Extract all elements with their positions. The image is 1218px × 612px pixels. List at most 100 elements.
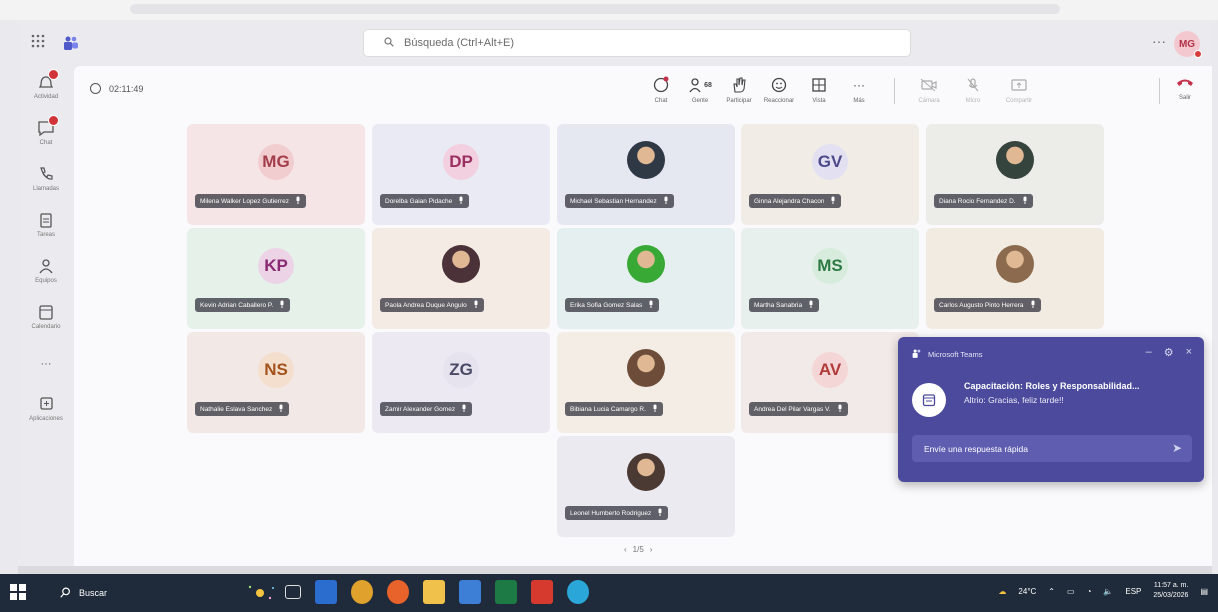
- horizontal-scrollbar[interactable]: [18, 566, 1212, 574]
- user-avatar[interactable]: MG: [1174, 31, 1202, 58]
- participant-tile[interactable]: Carlos Augusto Pinto Herrera: [926, 228, 1104, 329]
- react-button[interactable]: Reaccionar: [760, 74, 798, 104]
- toast-controls: – ⚙ ×: [1146, 346, 1192, 359]
- gallery-pager: ‹ 1/5 ›: [624, 545, 652, 554]
- participant-nameplate: Erika Sofia Gomez Salas: [565, 298, 660, 312]
- rail-item-tasks[interactable]: Tareas: [18, 210, 74, 238]
- windows-start-icon[interactable]: [10, 584, 26, 600]
- participant-photo: [996, 245, 1034, 283]
- rail-item-teams[interactable]: Equipos: [18, 256, 74, 284]
- participant-tile[interactable]: GV Ginna Alejandra Chacon: [741, 124, 919, 225]
- leave-label: Salir: [1178, 95, 1191, 101]
- participant-tile[interactable]: NS Nathalie Eslava Sanchez: [187, 332, 365, 433]
- participant-avatar: AV: [812, 352, 848, 388]
- rail-item-apps[interactable]: Aplicaciones: [18, 394, 74, 422]
- participant-tile[interactable]: MG Milena Walker Lopez Gutierrez: [187, 124, 365, 225]
- screen: Búsqueda (Ctrl+Alt+E) ··· MG Actividad C…: [0, 0, 1218, 612]
- quick-reply-input[interactable]: Envíe una respuesta rápida ➤: [912, 435, 1192, 462]
- participant-name: Paola Andrea Duque Angulo: [385, 301, 467, 309]
- notification-badge: [48, 115, 59, 126]
- acrobat-icon[interactable]: [531, 580, 553, 604]
- rail-item-calls[interactable]: Llamadas: [18, 164, 74, 192]
- participant-photo: [442, 245, 480, 283]
- camera-button[interactable]: Cámara: [910, 74, 948, 104]
- app-launcher-icon[interactable]: [18, 34, 58, 53]
- participant-tile[interactable]: ZG Zamir Alexander Gomez: [372, 332, 550, 433]
- participant-nameplate: Carlos Augusto Pinto Herrera: [934, 298, 1041, 312]
- participant-tile[interactable]: KP Kevin Adrian Caballero P.: [187, 228, 365, 329]
- prev-page-icon[interactable]: ‹: [624, 545, 627, 554]
- mic-off-icon: [954, 74, 992, 96]
- participant-tile[interactable]: Paola Andrea Duque Angulo: [372, 228, 550, 329]
- rail-item-activity[interactable]: Actividad: [18, 69, 74, 100]
- teams-notification-toast[interactable]: Microsoft Teams – ⚙ × Capacitación: Role…: [898, 337, 1204, 482]
- search-input[interactable]: Búsqueda (Ctrl+Alt+E): [363, 29, 911, 57]
- participant-tile[interactable]: DP Dorelba Gaian Pidache: [372, 124, 550, 225]
- more-label: Más: [853, 98, 865, 104]
- mic-muted-icon: [648, 300, 654, 310]
- participant-tile[interactable]: MS Martha Sanabria: [741, 228, 919, 329]
- timer-text: 02:11:49: [109, 83, 144, 94]
- app-icon-store[interactable]: [459, 580, 481, 604]
- mic-button[interactable]: Micro: [954, 74, 992, 104]
- minimize-icon[interactable]: –: [1146, 346, 1152, 359]
- leave-button[interactable]: Salir: [1168, 74, 1202, 101]
- participant-avatar: MS: [812, 248, 848, 284]
- notification-badge: [48, 69, 59, 80]
- excel-icon[interactable]: [495, 580, 517, 604]
- quick-reply-placeholder: Envíe una respuesta rápida: [924, 443, 1028, 454]
- raise-hand-label: Participar: [726, 98, 752, 104]
- participant-name: Bibiana Lucia Camargo R.: [570, 405, 646, 413]
- participant-tile[interactable]: Leonel Humberto Rodriguez: [557, 436, 735, 537]
- user-initials: MG: [1178, 38, 1196, 50]
- search-icon: [384, 36, 394, 50]
- people-button[interactable]: 68 Gente: [681, 74, 719, 104]
- participant-photo: [996, 141, 1034, 179]
- participant-name: Nathalie Eslava Sanchez: [200, 405, 273, 413]
- mic-muted-icon: [1022, 196, 1028, 206]
- share-button[interactable]: Compartir: [1000, 74, 1038, 104]
- grid-view-icon: [800, 74, 838, 96]
- next-page-icon[interactable]: ›: [650, 545, 653, 554]
- mic-muted-icon: [652, 404, 658, 414]
- search-icon: [60, 586, 71, 600]
- participant-tile[interactable]: Michael Sebastian Hernandez: [557, 124, 735, 225]
- mic-muted-icon: [657, 508, 663, 518]
- participant-tile[interactable]: Bibiana Lucia Camargo R.: [557, 332, 735, 433]
- participant-name: Andrea Del Pilar Vargas V.: [754, 405, 831, 413]
- app-icon-chrome[interactable]: [351, 580, 373, 604]
- rail-item-calendar[interactable]: Calendario: [18, 302, 74, 330]
- react-label: Reaccionar: [763, 98, 795, 104]
- chat-button[interactable]: Chat: [642, 74, 680, 104]
- participant-tile[interactable]: Diana Rocio Fernandez D.: [926, 124, 1104, 225]
- rail-item-chat[interactable]: Chat: [18, 115, 74, 146]
- toast-app-name: Microsoft Teams: [928, 350, 983, 359]
- edge-icon[interactable]: [567, 580, 589, 604]
- view-button[interactable]: Vista: [800, 74, 838, 104]
- file-explorer-icon[interactable]: [423, 580, 445, 604]
- raise-hand-button[interactable]: Participar: [720, 74, 758, 104]
- participant-nameplate: Leonel Humberto Rodriguez: [565, 506, 669, 520]
- close-icon[interactable]: ×: [1186, 346, 1192, 359]
- rail-label: Calendario: [31, 324, 61, 330]
- taskbar-search[interactable]: Buscar: [60, 582, 235, 604]
- weather-widget-icon[interactable]: [240, 580, 280, 606]
- participant-tile[interactable]: AV Andrea Del Pilar Vargas V.: [741, 332, 919, 433]
- notifications-center-icon[interactable]: ▤: [1200, 587, 1208, 596]
- send-icon[interactable]: ➤: [1172, 441, 1182, 455]
- language-indicator[interactable]: ESP: [1125, 587, 1141, 596]
- tray-chevron-icon[interactable]: ⌃: [1048, 587, 1055, 596]
- settings-icon[interactable]: ⚙: [1164, 346, 1174, 359]
- mic-muted-icon: [279, 300, 285, 310]
- settings-more-button[interactable]: ···: [1152, 33, 1166, 49]
- app-icon-firefox[interactable]: [387, 580, 409, 604]
- rail-item-more[interactable]: ···: [18, 356, 74, 370]
- participant-tile[interactable]: Erika Sofia Gomez Salas: [557, 228, 735, 329]
- app-icon-blue[interactable]: [315, 580, 337, 604]
- mic-muted-icon: [278, 404, 284, 414]
- more-actions-button[interactable]: ··· Más: [840, 74, 878, 104]
- taskbar-clock[interactable]: 11:57 a. m. 25/03/2026: [1153, 581, 1188, 601]
- mic-label: Micro: [965, 98, 981, 104]
- volume-icon[interactable]: 🔈: [1103, 587, 1113, 596]
- task-view-icon[interactable]: [285, 585, 301, 599]
